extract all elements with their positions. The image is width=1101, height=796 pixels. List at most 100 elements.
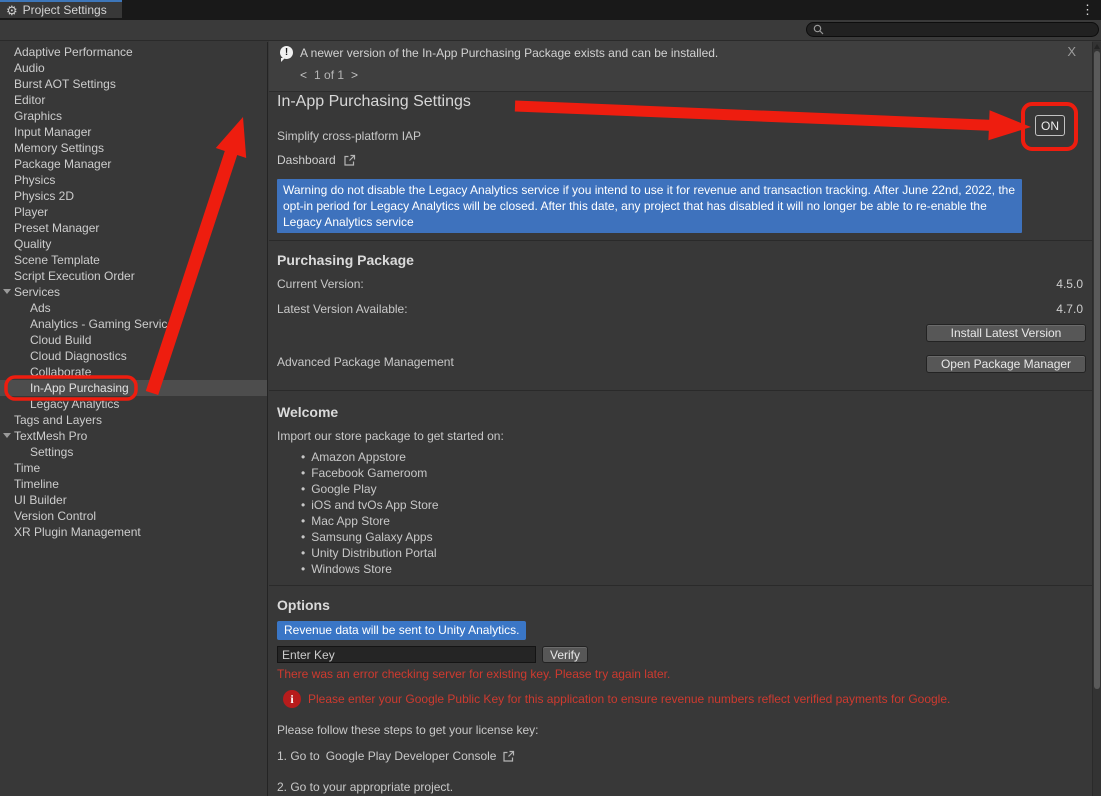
sidebar-item-timeline[interactable]: Timeline bbox=[0, 476, 267, 492]
scroll-up-arrow-icon[interactable] bbox=[1094, 44, 1100, 49]
notification-pager: < 1 of 1 > bbox=[300, 68, 358, 82]
vertical-scrollbar[interactable] bbox=[1092, 42, 1101, 796]
kebab-menu-icon[interactable]: ⋮ bbox=[1081, 2, 1094, 18]
sidebar-item-time[interactable]: Time bbox=[0, 460, 267, 476]
sidebar-item-label: Time bbox=[14, 461, 40, 475]
info-icon: i bbox=[283, 690, 301, 708]
page-title: In-App Purchasing Settings bbox=[277, 93, 471, 111]
welcome-heading: Welcome bbox=[277, 404, 338, 420]
search-field[interactable] bbox=[806, 22, 1099, 37]
store-name: Mac App Store bbox=[311, 514, 390, 528]
sidebar-item-label: Scene Template bbox=[14, 253, 100, 267]
tab-project-settings[interactable]: ⚙ Project Settings bbox=[0, 0, 122, 18]
sidebar-item-scene-template[interactable]: Scene Template bbox=[0, 252, 267, 268]
tab-title: Project Settings bbox=[23, 3, 107, 17]
section-divider bbox=[269, 240, 1092, 241]
analytics-revenue-badge: Revenue data will be sent to Unity Analy… bbox=[277, 621, 526, 640]
options-heading: Options bbox=[277, 597, 330, 613]
search-icon bbox=[813, 24, 824, 35]
bullet-icon: • bbox=[301, 466, 305, 480]
key-check-error: There was an error checking server for e… bbox=[277, 667, 670, 681]
verify-button[interactable]: Verify bbox=[542, 646, 588, 663]
sidebar-item-ui-builder[interactable]: UI Builder bbox=[0, 492, 267, 508]
bullet-icon: • bbox=[301, 514, 305, 528]
store-list-item: •Samsung Galaxy Apps bbox=[301, 529, 439, 545]
sidebar-item-settings[interactable]: Settings bbox=[0, 444, 267, 460]
search-input[interactable] bbox=[828, 23, 1082, 37]
prev-notification-button[interactable]: < bbox=[300, 68, 307, 82]
sidebar-item-editor[interactable]: Editor bbox=[0, 92, 267, 108]
open-package-manager-button[interactable]: Open Package Manager bbox=[926, 355, 1086, 373]
simplify-iap-label: Simplify cross-platform IAP bbox=[277, 129, 421, 143]
bullet-icon: • bbox=[301, 530, 305, 544]
sidebar-item-textmesh-pro[interactable]: TextMesh Pro bbox=[0, 428, 267, 444]
sidebar-item-physics-2d[interactable]: Physics 2D bbox=[0, 188, 267, 204]
sidebar-item-label: Preset Manager bbox=[14, 221, 99, 235]
sidebar-item-version-control[interactable]: Version Control bbox=[0, 508, 267, 524]
store-list: •Amazon Appstore•Facebook Gameroom•Googl… bbox=[301, 449, 439, 577]
sidebar-item-legacy-analytics[interactable]: Legacy Analytics bbox=[0, 396, 267, 412]
step-1-text: 1. Go to bbox=[277, 749, 320, 763]
sidebar-item-label: Settings bbox=[30, 445, 73, 459]
sidebar-item-label: Physics bbox=[14, 173, 55, 187]
sidebar-item-graphics[interactable]: Graphics bbox=[0, 108, 267, 124]
sidebar-item-collaborate[interactable]: Collaborate bbox=[0, 364, 267, 380]
sidebar-item-package-manager[interactable]: Package Manager bbox=[0, 156, 267, 172]
sidebar-item-label: UI Builder bbox=[14, 493, 67, 507]
sidebar-item-label: XR Plugin Management bbox=[14, 525, 141, 539]
purchasing-package-heading: Purchasing Package bbox=[277, 252, 414, 268]
enter-key-input[interactable] bbox=[277, 646, 536, 663]
sidebar-item-label: Graphics bbox=[14, 109, 62, 123]
sidebar-item-analytics-gaming-services[interactable]: Analytics - Gaming Services bbox=[0, 316, 267, 332]
gear-icon: ⚙ bbox=[6, 4, 18, 17]
sidebar-item-cloud-build[interactable]: Cloud Build bbox=[0, 332, 267, 348]
bullet-icon: • bbox=[301, 482, 305, 496]
notification-message: A newer version of the In-App Purchasing… bbox=[300, 46, 718, 60]
advanced-package-management-label: Advanced Package Management bbox=[277, 355, 454, 369]
sidebar-item-audio[interactable]: Audio bbox=[0, 60, 267, 76]
sidebar-item-script-execution-order[interactable]: Script Execution Order bbox=[0, 268, 267, 284]
disclosure-triangle-icon[interactable] bbox=[3, 433, 11, 438]
sidebar-item-adaptive-performance[interactable]: Adaptive Performance bbox=[0, 44, 267, 60]
store-name: Windows Store bbox=[311, 562, 392, 576]
sidebar-item-tags-and-layers[interactable]: Tags and Layers bbox=[0, 412, 267, 428]
sidebar-item-memory-settings[interactable]: Memory Settings bbox=[0, 140, 267, 156]
section-divider bbox=[269, 585, 1092, 586]
sidebar-item-input-manager[interactable]: Input Manager bbox=[0, 124, 267, 140]
titlebar: ⚙ Project Settings ⋮ bbox=[0, 0, 1101, 20]
sidebar-item-preset-manager[interactable]: Preset Manager bbox=[0, 220, 267, 236]
sidebar-item-label: Audio bbox=[14, 61, 45, 75]
legacy-analytics-warning: Warning do not disable the Legacy Analyt… bbox=[277, 179, 1022, 233]
store-name: Amazon Appstore bbox=[311, 450, 406, 464]
bullet-icon: • bbox=[301, 498, 305, 512]
sidebar-item-player[interactable]: Player bbox=[0, 204, 267, 220]
sidebar-item-cloud-diagnostics[interactable]: Cloud Diagnostics bbox=[0, 348, 267, 364]
close-icon[interactable]: X bbox=[1067, 44, 1076, 59]
store-list-item: • Mac App Store bbox=[301, 513, 439, 529]
install-latest-version-button[interactable]: Install Latest Version bbox=[926, 324, 1086, 342]
disclosure-triangle-icon[interactable] bbox=[3, 289, 11, 294]
toolbar bbox=[0, 20, 1101, 41]
scrollbar-thumb[interactable] bbox=[1094, 51, 1100, 689]
external-link-icon bbox=[502, 750, 515, 763]
sidebar-item-quality[interactable]: Quality bbox=[0, 236, 267, 252]
notification-banner: ! A newer version of the In-App Purchasi… bbox=[269, 41, 1092, 92]
sidebar-item-label: Tags and Layers bbox=[14, 413, 102, 427]
annotation-arrow-right bbox=[515, 101, 1031, 141]
step-2-text: 2. Go to your appropriate project. bbox=[277, 780, 453, 794]
dashboard-link[interactable]: Dashboard bbox=[277, 153, 356, 167]
sidebar-item-label: Input Manager bbox=[14, 125, 91, 139]
next-notification-button[interactable]: > bbox=[351, 68, 358, 82]
sidebar-item-label: Cloud Diagnostics bbox=[30, 349, 127, 363]
iap-toggle-button[interactable]: ON bbox=[1035, 115, 1065, 136]
sidebar-item-ads[interactable]: Ads bbox=[0, 300, 267, 316]
sidebar-list: Adaptive PerformanceAudioBurst AOT Setti… bbox=[0, 44, 267, 540]
sidebar-item-in-app-purchasing[interactable]: In-App Purchasing bbox=[0, 380, 267, 396]
google-play-console-link[interactable]: Google Play Developer Console bbox=[326, 749, 497, 763]
sidebar-item-burst-aot-settings[interactable]: Burst AOT Settings bbox=[0, 76, 267, 92]
sidebar-item-xr-plugin-management[interactable]: XR Plugin Management bbox=[0, 524, 267, 540]
sidebar-item-label: Memory Settings bbox=[14, 141, 104, 155]
sidebar-item-physics[interactable]: Physics bbox=[0, 172, 267, 188]
sidebar-item-services[interactable]: Services bbox=[0, 284, 267, 300]
sidebar: Adaptive PerformanceAudioBurst AOT Setti… bbox=[0, 42, 268, 796]
